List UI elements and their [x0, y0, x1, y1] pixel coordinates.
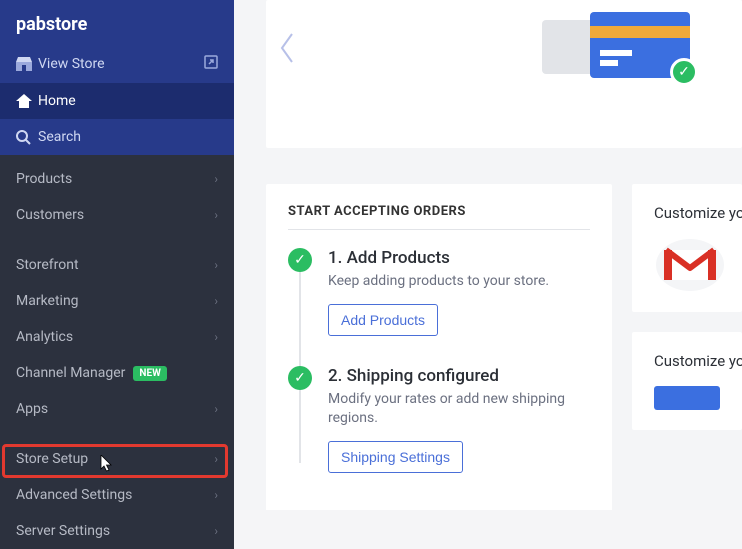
home-link[interactable]: Home — [0, 83, 234, 119]
nav-marketing[interactable]: Marketing › — [0, 283, 234, 319]
nav-channel-manager[interactable]: Channel Manager NEW — [0, 355, 234, 391]
chevron-right-icon: › — [214, 488, 218, 502]
search-link[interactable]: Search — [0, 119, 234, 155]
chevron-right-icon: › — [214, 258, 218, 272]
add-products-button[interactable]: Add Products — [328, 304, 438, 336]
side-title: Customize yo — [654, 352, 720, 370]
nav-label: Apps — [16, 401, 48, 417]
home-icon — [16, 94, 38, 108]
sidebar-header: pabstore View Store Home — [0, 0, 234, 155]
step-desc: Keep adding products to your store. — [328, 272, 590, 292]
chevron-right-icon: › — [214, 524, 218, 538]
main-content: ✓ START ACCEPTING ORDERS ✓ 1. Add Produc… — [234, 0, 742, 510]
check-icon: ✓ — [288, 366, 312, 390]
carousel-prev[interactable] — [276, 30, 298, 74]
external-icon — [204, 55, 218, 73]
nav-label: Advanced Settings — [16, 487, 132, 503]
customize-panel-2: Customize yo — [632, 332, 742, 430]
step-add-products: ✓ 1. Add Products Keep adding products t… — [288, 248, 590, 336]
credit-card-icon: ✓ — [590, 12, 690, 78]
search-label: Search — [38, 129, 81, 145]
chevron-right-icon: › — [214, 294, 218, 308]
nav-products[interactable]: Products › — [0, 161, 234, 197]
side-title: Customize yo — [654, 204, 720, 222]
chevron-right-icon: › — [214, 452, 218, 466]
store-icon — [16, 57, 38, 71]
home-label: Home — [38, 93, 76, 109]
blue-icon — [654, 386, 720, 410]
chevron-right-icon: › — [214, 402, 218, 416]
panel-title: START ACCEPTING ORDERS — [288, 204, 590, 230]
orders-panel: START ACCEPTING ORDERS ✓ 1. Add Products… — [266, 184, 612, 510]
nav-label: Analytics — [16, 329, 73, 345]
sidebar: pabstore View Store Home — [0, 0, 234, 510]
hero-illustration: ✓ — [542, 8, 722, 108]
step-title: 2. Shipping configured — [328, 366, 590, 386]
nav-customers[interactable]: Customers › — [0, 197, 234, 233]
hero-card: ✓ — [266, 0, 742, 148]
nav-label: Channel Manager — [16, 365, 125, 381]
step-desc: Modify your rates or add new shipping re… — [328, 390, 590, 429]
shipping-settings-button[interactable]: Shipping Settings — [328, 441, 463, 473]
nav-analytics[interactable]: Analytics › — [0, 319, 234, 355]
new-badge: NEW — [133, 366, 166, 381]
check-icon: ✓ — [288, 248, 312, 272]
check-icon: ✓ — [670, 58, 698, 86]
nav-apps[interactable]: Apps › — [0, 391, 234, 427]
search-icon — [16, 130, 38, 145]
gmail-icon — [654, 238, 726, 292]
customize-panel-1: Customize yo — [632, 184, 742, 312]
step-title: 1. Add Products — [328, 248, 590, 268]
nav-label: Storefront — [16, 257, 79, 273]
nav-label: Store Setup — [16, 451, 88, 467]
chevron-right-icon: › — [214, 330, 218, 344]
brand: pabstore — [0, 0, 234, 45]
view-store-link[interactable]: View Store — [0, 45, 234, 83]
sidebar-nav: Products › Customers › Storefront › Mark… — [0, 155, 234, 549]
nav-label: Products — [16, 171, 72, 187]
chevron-right-icon: › — [214, 172, 218, 186]
nav-label: Customers — [16, 207, 84, 223]
nav-label: Marketing — [16, 293, 79, 309]
nav-advanced-settings[interactable]: Advanced Settings › — [0, 477, 234, 513]
nav-server-settings[interactable]: Server Settings › — [0, 513, 234, 549]
nav-store-setup[interactable]: Store Setup › — [0, 441, 234, 477]
view-store-label: View Store — [38, 56, 105, 72]
step-shipping: ✓ 2. Shipping configured Modify your rat… — [288, 366, 590, 473]
chevron-right-icon: › — [214, 208, 218, 222]
nav-storefront[interactable]: Storefront › — [0, 247, 234, 283]
nav-label: Server Settings — [16, 523, 110, 539]
